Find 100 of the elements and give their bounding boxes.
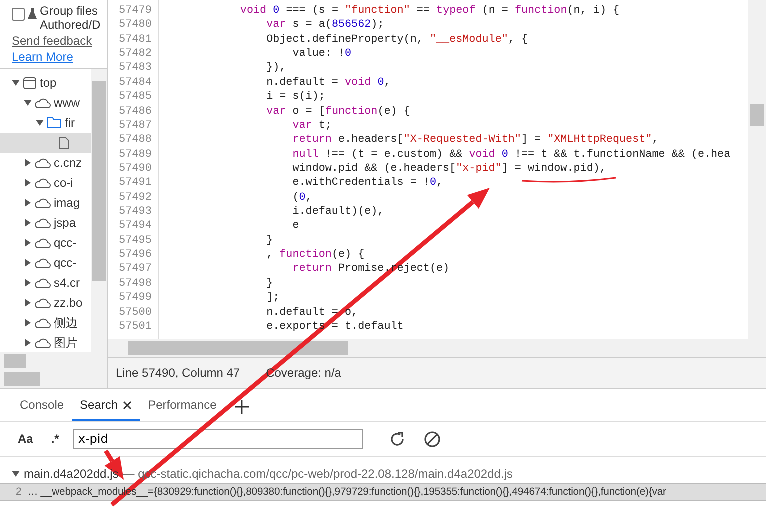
- flask-icon: [28, 8, 37, 19]
- code-line: var t;: [292, 118, 332, 134]
- line-number: 57497: [118, 262, 153, 277]
- cloud-icon: [35, 218, 51, 228]
- code-line: return e.headers["X-Requested-With"] = "XMLHttpRequest",: [292, 133, 659, 148]
- collapsed-triangle-icon[interactable]: [24, 159, 32, 167]
- collapsed-triangle-icon[interactable]: [24, 319, 32, 327]
- collapsed-triangle-icon[interactable]: [24, 299, 32, 307]
- tree-item[interactable]: [0, 133, 91, 153]
- clear-button[interactable]: [424, 430, 442, 448]
- cloud-icon: [35, 238, 51, 248]
- tree-item[interactable]: 侧边: [0, 313, 91, 333]
- line-number: 57484: [118, 76, 153, 90]
- drawer-tab[interactable]: Console: [12, 391, 72, 421]
- plus-icon: [234, 400, 249, 414]
- tree-item[interactable]: 图片: [0, 333, 91, 352]
- line-number: 57489: [118, 148, 153, 162]
- match-case-toggle[interactable]: Aa: [14, 432, 38, 446]
- scrollbar[interactable]: [108, 339, 766, 357]
- result-file-name[interactable]: main.d4a202dd.js: [24, 467, 119, 481]
- collapsed-triangle-icon[interactable]: [24, 219, 32, 227]
- line-number: 57499: [118, 291, 153, 306]
- line-number: 57495: [118, 234, 153, 248]
- expanded-triangle-icon[interactable]: [12, 470, 20, 478]
- drawer-tab[interactable]: Search: [72, 391, 140, 421]
- refresh-button[interactable]: [389, 430, 406, 448]
- line-number: 57480: [118, 18, 153, 33]
- line-number: 57486: [118, 104, 153, 119]
- cursor-position: Line 57490, Column 47: [116, 366, 240, 380]
- tree-item[interactable]: qcc-: [0, 253, 91, 273]
- link[interactable]: Learn More: [12, 50, 107, 64]
- checkbox-label: Group files Authored/D: [40, 4, 102, 32]
- link[interactable]: Send feedback: [12, 34, 107, 48]
- code-line: }: [266, 234, 274, 248]
- code-line: , function(e) {: [266, 248, 365, 262]
- line-number: 57490: [118, 162, 153, 176]
- cloud-icon: [35, 338, 51, 348]
- tree-item[interactable]: imag: [0, 193, 91, 213]
- tree-item[interactable]: fir: [0, 113, 91, 133]
- line-number: 57479: [118, 4, 153, 18]
- code-line: }: [266, 276, 274, 292]
- code-line: n.default = o,: [266, 306, 358, 320]
- scrollbar[interactable]: [91, 69, 107, 352]
- scrollbar[interactable]: [0, 352, 107, 370]
- collapsed-triangle-icon[interactable]: [24, 239, 32, 247]
- tree-item[interactable]: qcc-: [0, 233, 91, 253]
- code-line: n.default = void 0,: [266, 76, 391, 90]
- line-number: 57491: [118, 176, 153, 191]
- collapsed-triangle-icon[interactable]: [24, 199, 32, 207]
- code-line: ];: [266, 291, 280, 306]
- drawer-tab[interactable]: Performance: [140, 391, 225, 421]
- code-line: window.pid && (e.headers["x-pid"] = window.pid),: [292, 162, 606, 176]
- line-number: 57483: [118, 61, 153, 76]
- cloud-icon: [35, 98, 51, 108]
- code-line: e: [292, 219, 300, 234]
- line-number: 57493: [118, 205, 153, 220]
- cloud-icon: [35, 278, 51, 288]
- tree-item[interactable]: zz.bo: [0, 293, 91, 313]
- checkbox[interactable]: [12, 8, 25, 21]
- line-number: 57487: [118, 118, 153, 134]
- expanded-triangle-icon[interactable]: [12, 79, 20, 87]
- line-number: 57501: [118, 320, 153, 334]
- tree-item[interactable]: www: [0, 93, 91, 113]
- tree-item[interactable]: co-i: [0, 173, 91, 193]
- line-number: 57500: [118, 306, 153, 320]
- cloud-icon: [35, 318, 51, 328]
- line-number: 57481: [118, 32, 153, 48]
- code-line: var s = a(856562);: [266, 18, 384, 33]
- collapsed-triangle-icon[interactable]: [24, 179, 32, 187]
- code-line: null !== (t = e.custom) && void 0 !== t && t.functionName && (e.hea: [292, 148, 731, 162]
- line-number: 57492: [118, 190, 153, 206]
- frame-icon: [23, 76, 37, 90]
- file-icon: [59, 136, 70, 150]
- code-line: var o = [function(e) {: [266, 104, 410, 119]
- tree-item[interactable]: s4.cr: [0, 273, 91, 293]
- code-line: Object.defineProperty(n, "__esModule", {: [266, 32, 528, 48]
- code-line: (0,: [292, 190, 312, 206]
- collapsed-triangle-icon[interactable]: [24, 259, 32, 267]
- cloud-icon: [35, 158, 51, 168]
- collapsed-triangle-icon[interactable]: [24, 339, 32, 347]
- expanded-triangle-icon[interactable]: [24, 99, 32, 107]
- line-number: 57482: [118, 47, 153, 62]
- tree-item[interactable]: top: [0, 73, 91, 93]
- scrollbar[interactable]: [0, 370, 107, 388]
- folder-icon: [47, 117, 62, 129]
- line-number: 57494: [118, 219, 153, 234]
- tree-item[interactable]: jspa: [0, 213, 91, 233]
- cloud-icon: [35, 298, 51, 308]
- expanded-triangle-icon[interactable]: [36, 119, 44, 127]
- tree-item[interactable]: c.cnz: [0, 153, 91, 173]
- cloud-icon: [35, 258, 51, 268]
- cloud-icon: [35, 178, 51, 188]
- code-line: value: !0: [292, 47, 352, 62]
- close-icon[interactable]: [123, 400, 132, 410]
- scrollbar[interactable]: [748, 0, 766, 339]
- collapsed-triangle-icon[interactable]: [24, 279, 32, 287]
- line-number: 57488: [118, 133, 153, 148]
- cloud-icon: [35, 198, 51, 208]
- regex-toggle[interactable]: .*: [47, 432, 64, 446]
- search-field[interactable]: x-pid: [73, 429, 364, 449]
